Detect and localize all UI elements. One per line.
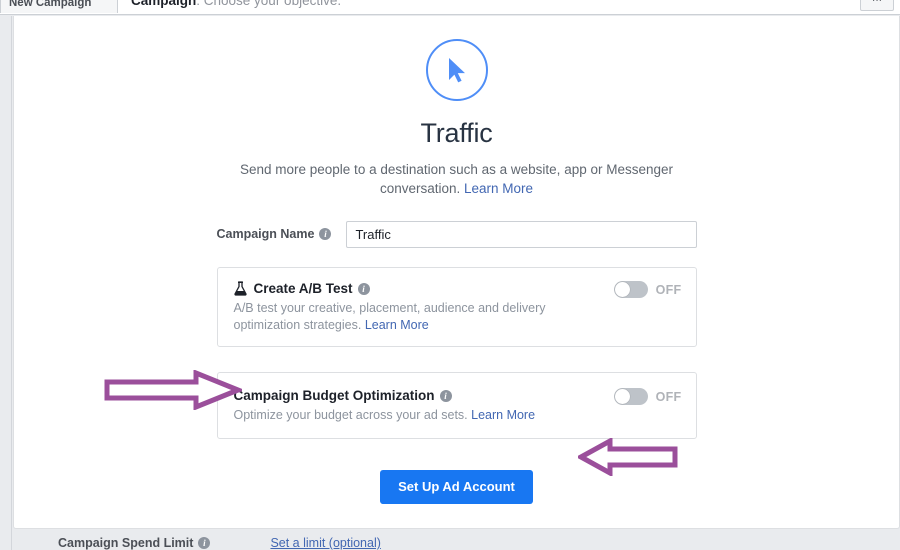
toggle-knob (614, 389, 630, 404)
campaign-objective-panel: Traffic Send more people to a destinatio… (13, 16, 900, 529)
set-up-ad-account-button[interactable]: Set Up Ad Account (380, 469, 533, 504)
objective-learn-more-link[interactable]: Learn More (464, 181, 533, 196)
tab-new-campaign[interactable]: New Campaign (0, 0, 118, 13)
objective-title: Traffic (420, 118, 493, 148)
ab-test-toggle-wrap: OFF (613, 280, 682, 298)
ab-test-title-row: Create A/B Test i (233, 280, 600, 297)
ab-test-learn-more-link[interactable]: Learn More (365, 318, 429, 332)
cbo-description-text: Optimize your budget across your ad sets… (233, 408, 468, 422)
campaign-name-label: Campaign Name (216, 227, 315, 241)
cursor-arrow-icon (425, 39, 488, 101)
ab-test-title: Create A/B Test (253, 281, 353, 296)
flask-icon (233, 281, 247, 296)
campaign-spend-limit-link[interactable]: Set a limit (optional) (270, 536, 380, 550)
cbo-learn-more-link[interactable]: Learn More (471, 408, 535, 422)
toggle-knob (614, 282, 630, 297)
primary-action-row: Set Up Ad Account (217, 469, 697, 504)
cbo-title: Campaign Budget Optimization (233, 388, 435, 403)
ab-test-toggle[interactable] (613, 281, 648, 298)
objective-description-text: Send more people to a destination such a… (239, 162, 673, 196)
objective-hero: Traffic Send more people to a destinatio… (14, 16, 899, 198)
cbo-content: Campaign Budget Optimization i Optimize … (234, 387, 600, 424)
topbar-overflow-label: ··· (872, 0, 882, 6)
campaign-spend-limit-row: Campaign Spend Limit i Set a limit (opti… (13, 536, 900, 550)
campaign-spend-limit-label: Campaign Spend Limit (58, 536, 194, 550)
campaign-name-input[interactable] (346, 220, 697, 248)
campaign-name-row: Campaign Name i (217, 220, 697, 248)
ab-test-toggle-state: OFF (655, 282, 682, 297)
info-icon[interactable]: i (357, 282, 370, 295)
page-heading-bold: Campaign (131, 0, 197, 8)
ab-test-card: Create A/B Test i A/B test your creative… (216, 267, 697, 347)
left-rail (0, 16, 12, 550)
topbar-overflow-button[interactable]: ··· (860, 0, 894, 11)
page-heading: Campaign: Choose your objective. (131, 0, 341, 13)
campaign-form: Campaign Name i Create A/B Test i (216, 220, 697, 504)
ab-test-content: Create A/B Test i A/B test your creative… (234, 280, 600, 333)
cbo-title-row: Campaign Budget Optimization i (234, 387, 600, 404)
ab-test-description: A/B test your creative, placement, audie… (234, 300, 600, 333)
tab-new-campaign-label: New Campaign (9, 0, 92, 9)
cbo-toggle-state: OFF (655, 389, 682, 404)
cbo-toggle-wrap: OFF (613, 387, 682, 405)
info-icon[interactable]: i (439, 389, 452, 402)
objective-description: Send more people to a destination such a… (222, 160, 692, 198)
info-icon[interactable]: i (198, 537, 211, 549)
campaign-budget-optimization-card: Campaign Budget Optimization i Optimize … (216, 372, 697, 439)
cbo-description: Optimize your budget across your ad sets… (234, 407, 600, 424)
cbo-toggle[interactable] (613, 388, 648, 405)
info-icon[interactable]: i (319, 228, 332, 240)
page-heading-rest: : Choose your objective. (196, 0, 342, 8)
